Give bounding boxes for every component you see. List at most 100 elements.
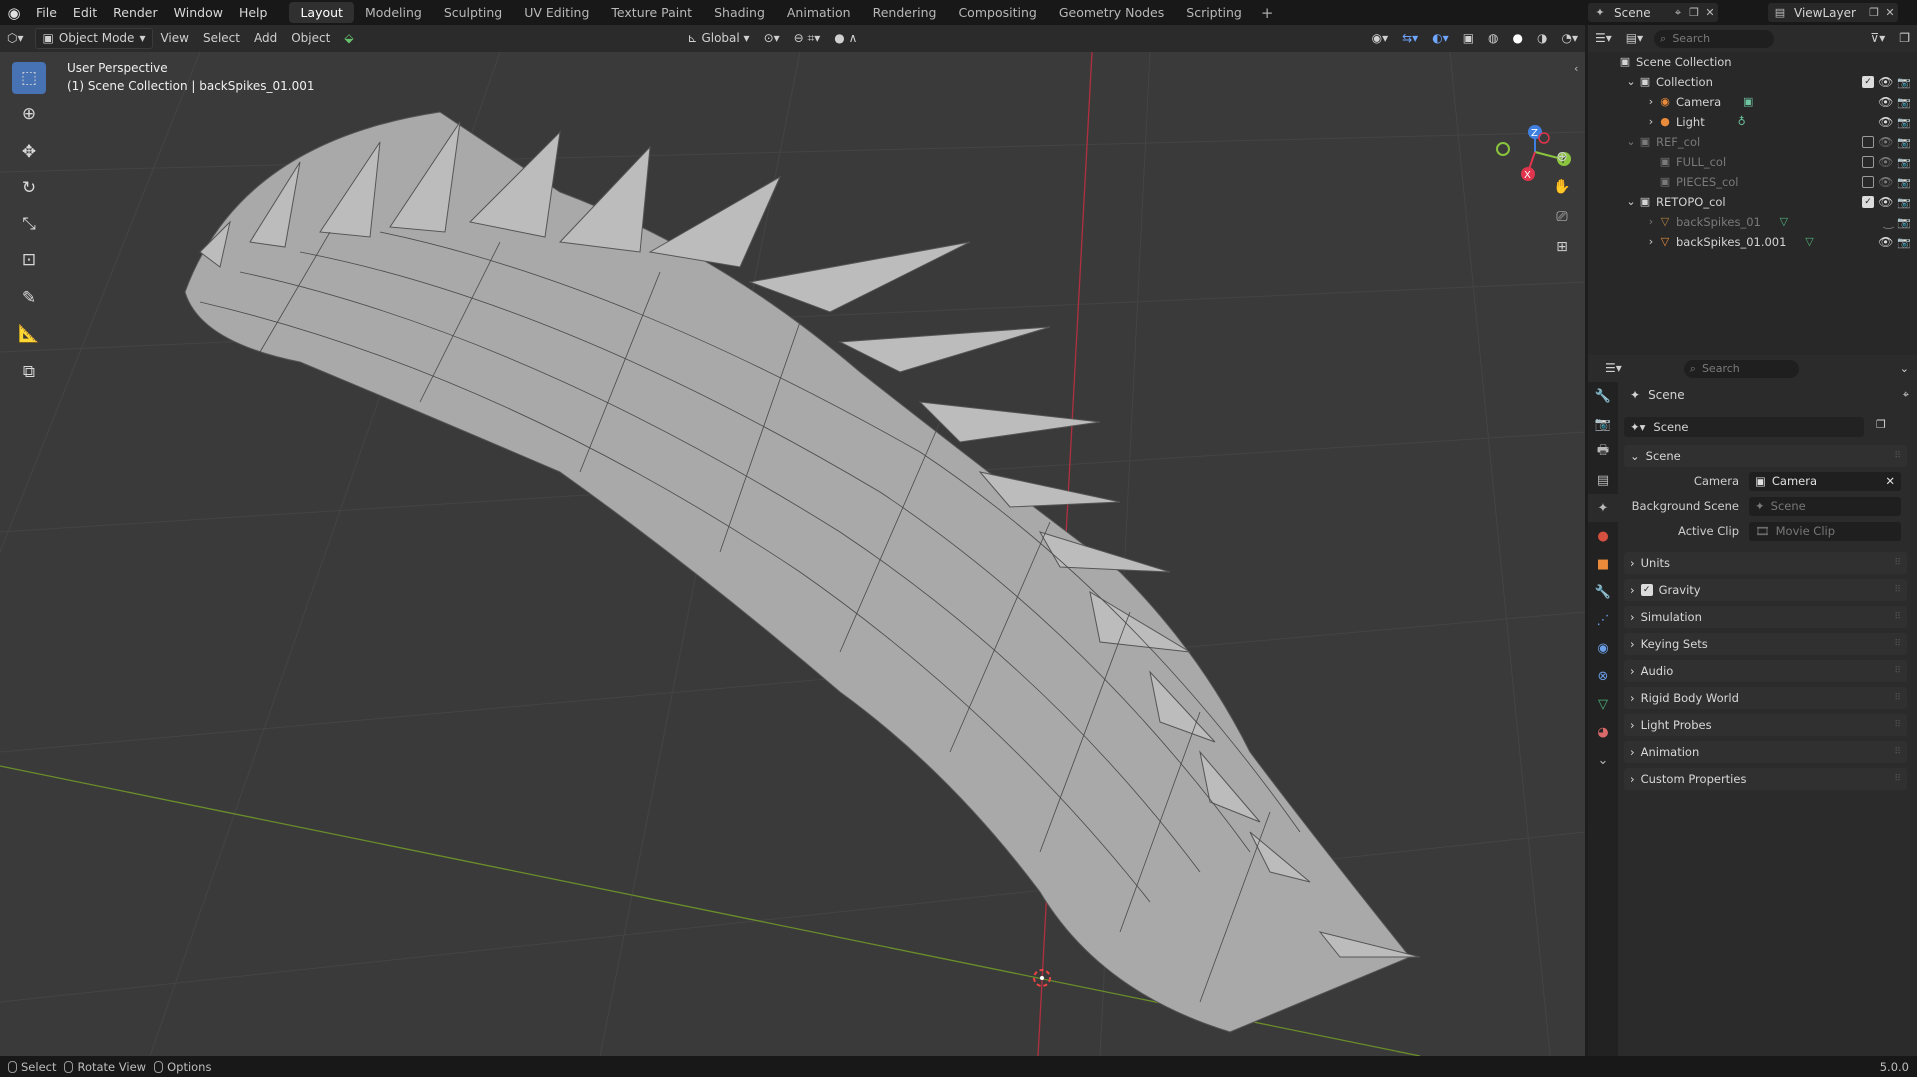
properties-editor-icon[interactable]: ☰▾ xyxy=(1598,358,1629,379)
tab-shading[interactable]: Shading xyxy=(703,2,776,23)
wireframe-shading-icon[interactable]: ◍ xyxy=(1481,28,1505,49)
new-view-layer-icon[interactable]: ❐ xyxy=(1866,5,1882,21)
snap-icon[interactable]: ⊖ ⌗▾ xyxy=(787,28,828,49)
exclude-checkbox[interactable]: ✓ xyxy=(1862,196,1875,208)
tab-scripting[interactable]: Scripting xyxy=(1175,2,1253,23)
material-tab-icon[interactable]: ◕ xyxy=(1588,718,1618,746)
new-scene-icon[interactable]: ❐ xyxy=(1686,5,1702,21)
tool-tab-icon[interactable]: 🔧 xyxy=(1588,382,1618,410)
drag-handle-icon[interactable]: ⠿ xyxy=(1894,693,1901,703)
scene-datablock-selector[interactable]: ✦▾ Scene xyxy=(1624,417,1864,437)
chevron-down-icon[interactable]: ⌄ xyxy=(1624,195,1638,209)
menu-view[interactable]: View xyxy=(153,28,195,49)
panel-animation[interactable]: › Animation ⠿ xyxy=(1624,741,1907,763)
rotate-icon[interactable]: ↻ xyxy=(12,172,46,204)
tab-uv-editing[interactable]: UV Editing xyxy=(513,2,600,23)
cursor-icon[interactable]: ⊕ xyxy=(12,98,46,130)
xray-toggle-icon[interactable]: ▣ xyxy=(1456,28,1481,49)
tab-animation[interactable]: Animation xyxy=(776,2,862,23)
panel-custom-properties[interactable]: › Custom Properties ⠿ xyxy=(1624,768,1907,790)
menu-object[interactable]: Object xyxy=(284,28,337,49)
back-spikes-mesh[interactable] xyxy=(184,111,1421,1033)
display-mode-icon[interactable]: ▤▾ xyxy=(1619,28,1650,49)
eye-icon[interactable]: 👁 xyxy=(1878,115,1893,129)
tree-row-backspikes-01[interactable]: › ▽ backSpikes_01 ▽ ‿ 📷 xyxy=(1588,212,1917,232)
new-datablock-icon[interactable]: ❐ xyxy=(1876,418,1886,431)
eye-icon[interactable]: 👁 xyxy=(1878,95,1893,109)
tree-row-scene-collection[interactable]: ▣ Scene Collection xyxy=(1588,52,1917,72)
rendered-shading-icon[interactable]: ◔▾ xyxy=(1555,28,1586,49)
more-tabs-icon[interactable]: ⌄ xyxy=(1588,746,1618,774)
perspective-toggle-icon[interactable]: ⊞ xyxy=(1549,234,1575,260)
exclude-checkbox[interactable] xyxy=(1862,136,1875,148)
panel-rigid-body-world[interactable]: › Rigid Body World ⠿ xyxy=(1624,687,1907,709)
editor-type-icon[interactable]: ⬡▾ xyxy=(0,28,31,49)
drag-handle-icon[interactable]: ⠿ xyxy=(1894,585,1901,595)
object-tab-icon[interactable]: ■ xyxy=(1588,550,1618,578)
eye-icon[interactable]: 👁 xyxy=(1878,135,1893,149)
tree-row-collection[interactable]: ⌄ ▣ Collection ✓ 👁 📷 xyxy=(1588,72,1917,92)
view-layer-tab-icon[interactable]: ▤ xyxy=(1588,466,1618,494)
tab-sculpting[interactable]: Sculpting xyxy=(433,2,513,23)
chevron-right-icon[interactable]: › xyxy=(1644,115,1658,129)
delete-view-layer-icon[interactable]: ✕ xyxy=(1882,5,1898,21)
tab-layout[interactable]: Layout xyxy=(289,2,354,23)
transform-orientation-dropdown[interactable]: ⊾ Global ▾ xyxy=(681,28,757,49)
render-camera-icon[interactable]: 📷 xyxy=(1897,176,1911,189)
eye-icon[interactable]: 👁 xyxy=(1878,175,1893,189)
panel-audio[interactable]: › Audio ⠿ xyxy=(1624,660,1907,682)
eye-icon[interactable]: 👁 xyxy=(1878,155,1893,169)
properties-search-input[interactable]: ⌕ Search xyxy=(1683,359,1799,378)
view-layer-selector[interactable]: ▤ ViewLayer ❐ ✕ xyxy=(1768,3,1898,22)
delete-scene-icon[interactable]: ✕ xyxy=(1702,5,1718,21)
render-camera-icon[interactable]: 📷 xyxy=(1897,136,1911,149)
sidebar-toggle-icon[interactable]: ‹ xyxy=(1574,62,1578,75)
pivot-point-icon[interactable]: ⊙▾ xyxy=(757,28,787,49)
chevron-down-icon[interactable]: ⌄ xyxy=(1624,75,1638,89)
tree-row-camera[interactable]: › ◉ Camera ▣ 👁 📷 xyxy=(1588,92,1917,112)
drag-handle-icon[interactable]: ⠿ xyxy=(1894,774,1901,784)
pin-icon[interactable]: ⌖ xyxy=(1903,388,1909,402)
camera-field[interactable]: ▣ Camera ✕ xyxy=(1749,471,1901,491)
output-tab-icon[interactable]: 🖶 xyxy=(1588,438,1618,466)
panel-units[interactable]: › Units ⠿ xyxy=(1624,552,1907,574)
shader-icon[interactable]: ⬙ xyxy=(337,28,360,49)
tree-row-light[interactable]: › ● Light ♁ 👁 📷 xyxy=(1588,112,1917,132)
panel-keying-sets[interactable]: › Keying Sets ⠿ xyxy=(1624,633,1907,655)
eye-icon[interactable]: 👁 xyxy=(1878,235,1893,249)
drag-handle-icon[interactable]: ⠿ xyxy=(1894,612,1901,622)
object-mode-dropdown[interactable]: ▣ Object Mode ▾ xyxy=(34,28,154,49)
tree-row-ref-col[interactable]: ⌄ ▣ REF_col 👁 📷 xyxy=(1588,132,1917,152)
data-tab-icon[interactable]: ▽ xyxy=(1588,690,1618,718)
solid-shading-icon[interactable]: ● xyxy=(1506,28,1530,49)
menu-render[interactable]: Render xyxy=(105,0,166,25)
render-camera-icon[interactable]: 📷 xyxy=(1897,236,1911,249)
panel-scene-header[interactable]: ⌄ Scene ⠿ xyxy=(1624,445,1907,467)
constraints-tab-icon[interactable]: ⊗ xyxy=(1588,662,1618,690)
pin-icon[interactable]: ⌖ xyxy=(1670,5,1686,21)
chevron-right-icon[interactable]: › xyxy=(1644,215,1658,229)
pan-hand-icon[interactable]: ✋ xyxy=(1549,174,1575,200)
physics-tab-icon[interactable]: ◉ xyxy=(1588,634,1618,662)
move-icon[interactable]: ✥ xyxy=(12,136,46,168)
panel-gravity[interactable]: › ✓ Gravity ⠿ xyxy=(1624,579,1907,601)
menu-window[interactable]: Window xyxy=(166,0,231,25)
menu-select[interactable]: Select xyxy=(196,28,247,49)
drag-handle-icon[interactable]: ⠿ xyxy=(1894,451,1901,461)
drag-handle-icon[interactable]: ⠿ xyxy=(1894,747,1901,757)
outliner-search-input[interactable]: ⌕ Search xyxy=(1654,29,1775,48)
render-camera-icon[interactable]: 📷 xyxy=(1897,196,1911,209)
tree-row-retopo-col[interactable]: ⌄ ▣ RETOPO_col ✓ 👁 📷 xyxy=(1588,192,1917,212)
eye-icon[interactable]: 👁 xyxy=(1878,195,1893,209)
gizmo-toggle-icon[interactable]: ⇆▾ xyxy=(1395,28,1425,49)
tab-modeling[interactable]: Modeling xyxy=(354,2,433,23)
scene-tab-icon[interactable]: ✦ xyxy=(1588,494,1618,522)
add-cube-icon[interactable]: ⧉ xyxy=(12,356,46,388)
render-camera-icon[interactable]: 📷 xyxy=(1897,76,1911,89)
eye-hidden-icon[interactable]: ‿ xyxy=(1884,215,1894,229)
overlay-toggle-icon[interactable]: ◐▾ xyxy=(1425,28,1456,49)
tab-geometry-nodes[interactable]: Geometry Nodes xyxy=(1048,2,1175,23)
filter-icon[interactable]: ⊽▾ xyxy=(1863,28,1892,49)
render-tab-icon[interactable]: 📷 xyxy=(1588,410,1618,438)
zoom-icon[interactable]: ⊕ xyxy=(1549,144,1575,170)
